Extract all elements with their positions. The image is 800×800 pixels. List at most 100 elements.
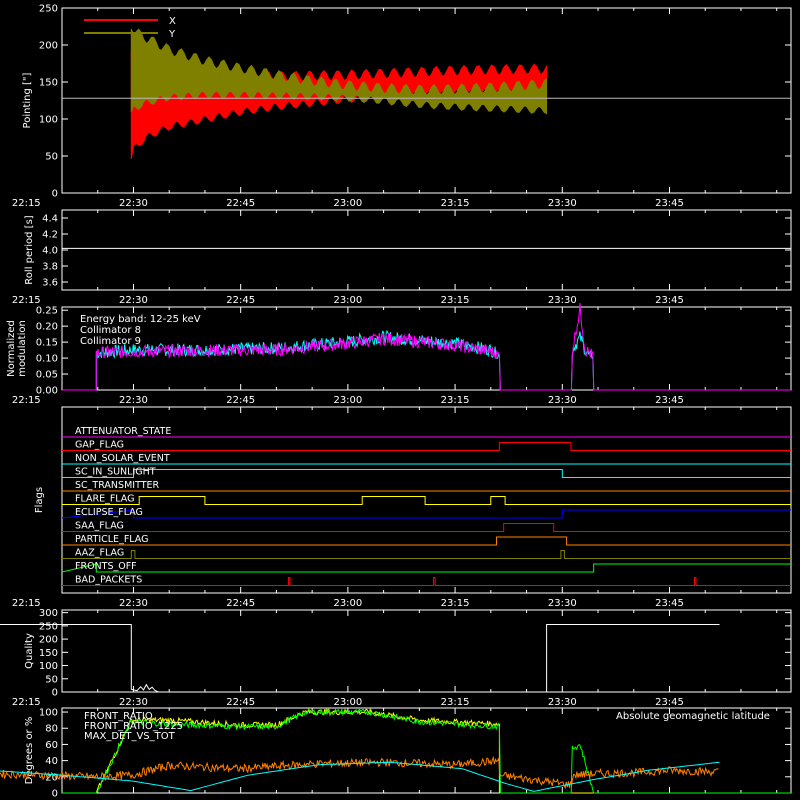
y-tick-label: 250 <box>39 4 58 15</box>
y-tick-label: 100 <box>39 661 58 672</box>
y-tick-label: 4.0 <box>42 246 58 257</box>
y-tick-label: 0.10 <box>36 354 58 365</box>
legend-label: MAX_DET_VS_TOT <box>84 731 176 742</box>
y-tick-label: 0.05 <box>36 370 58 381</box>
y-tick-label: 4.2 <box>42 230 58 241</box>
quality-frame <box>61 609 792 693</box>
x-tick-label: 23:30 <box>548 395 577 406</box>
y-tick-label: 0 <box>52 688 58 699</box>
quality-panel: 22:15 22:30 22:45 23:00 23:15 23:30 23:45 0 50 10… <box>0 608 792 708</box>
y-tick-label: 300 <box>39 608 58 619</box>
y-tick-label: 200 <box>39 41 58 52</box>
x-tick-label: 22:45 <box>226 395 255 406</box>
pointing-panel: 22:15 22:30 22:45 23:00 23:15 23:30 23:45 0 50 10… <box>12 4 792 209</box>
y-tick-label: 80 <box>45 724 58 735</box>
rhessi-quicklook-figure: 22:15 22:30 22:45 23:00 23:15 23:30 23:45 0 50 10… <box>0 4 792 800</box>
x-tick-label: 23:15 <box>441 697 470 708</box>
y-tick-label: 150 <box>39 78 58 89</box>
y-axis-label: modulation <box>17 320 28 377</box>
flag-label: GAP_FLAG <box>75 440 124 451</box>
y-tick-label: 0.15 <box>36 338 58 349</box>
x-tick-label: 23:00 <box>333 295 362 306</box>
y-tick-label: 3.6 <box>42 278 58 289</box>
flags-frame <box>61 406 792 594</box>
flag-label: NON_SOLAR_EVENT <box>75 453 170 464</box>
y-tick-label: 50 <box>45 674 58 685</box>
y-axis-label: Roll period [s] <box>24 215 35 284</box>
x-tick-label: 23:45 <box>655 198 684 209</box>
x-tick-label: 22:45 <box>226 697 255 708</box>
y-axis-label: Normalized <box>6 320 17 377</box>
y-axis-label: Quality <box>24 633 35 669</box>
x-tick-label: 23:00 <box>333 697 362 708</box>
x-tick-label: 23:00 <box>333 395 362 406</box>
flag-line-eclipse-flag <box>61 509 791 519</box>
modulation-panel: 22:15 22:30 22:45 23:00 23:15 23:30 23:45 0.00 0… <box>6 302 792 406</box>
y-tick-label: 0.20 <box>36 322 58 333</box>
y-tick-label: 200 <box>39 635 58 646</box>
annotation-geomagnetic-latitude: Absolute geomagnetic latitude <box>616 711 770 722</box>
x-tick-label: 23:00 <box>333 598 362 609</box>
flag-line-sc-in-sunlight <box>62 469 791 478</box>
flag-line-flare-flag <box>62 496 791 505</box>
flag-line-bad-packets <box>62 577 791 586</box>
y-tick-label: 3.8 <box>42 262 58 273</box>
flag-label: ECLIPSE_FLAG <box>75 507 143 518</box>
x-tick-label: 23:15 <box>441 295 470 306</box>
x-tick-label: 22:30 <box>119 395 148 406</box>
x-tick-label: 23:15 <box>441 598 470 609</box>
x-tick-label: 23:15 <box>441 198 470 209</box>
x-tick-label: 22:30 <box>119 598 148 609</box>
annotation-energy-band: Energy band: 12-25 keV <box>80 314 201 325</box>
flag-label: ATTENUATOR_STATE <box>75 426 171 437</box>
ratios-panel: 020406080100Degrees or %FRONT_RATIOFRONT… <box>0 707 792 800</box>
quality-line <box>0 624 720 693</box>
flags-panel: 22:15 22:30 22:45 23:00 23:15 23:30 23:45 Flags… <box>12 406 792 609</box>
flag-label: PARTICLE_FLAG <box>75 534 148 545</box>
x-tick-label: 22:15 <box>12 598 41 609</box>
legend-label: Collimator 9 <box>80 336 141 347</box>
roll-frame <box>61 209 792 291</box>
flag-label: AAZ_FLAG <box>75 548 124 559</box>
y-axis-label: Pointing ["] <box>22 72 33 128</box>
flag-label: SAA_FLAG <box>75 521 124 532</box>
flag-label: FLARE_FLAG <box>75 494 135 505</box>
legend-label: Y <box>168 29 176 40</box>
x-tick-label: 23:30 <box>548 598 577 609</box>
flag-label: SC_TRANSMITTER <box>75 480 160 491</box>
x-tick-label: 23:45 <box>655 697 684 708</box>
x-tick-label: 22:15 <box>12 295 41 306</box>
y-tick-label: 4.4 <box>42 214 58 225</box>
flag-label: SC_IN_SUNLIGHT <box>75 467 156 478</box>
y-tick-label: 60 <box>45 740 58 751</box>
x-tick-label: 22:45 <box>226 598 255 609</box>
x-tick-label: 22:30 <box>119 295 148 306</box>
y-tick-label: 0 <box>52 789 58 800</box>
flag-line-fronts-off <box>61 563 791 573</box>
y-tick-label: 0 <box>52 189 58 200</box>
x-tick-label: 22:15 <box>12 697 41 708</box>
flag-label: FRONTS_OFF <box>75 561 137 572</box>
x-tick-label: 23:30 <box>548 295 577 306</box>
y-tick-label: 100 <box>39 115 58 126</box>
y-tick-label: 50 <box>45 152 58 163</box>
y-tick-label: 0.00 <box>36 386 58 397</box>
flag-line-particle-flag <box>62 536 791 546</box>
y-tick-label: 100 <box>39 708 58 719</box>
y-tick-label: 150 <box>39 648 58 659</box>
flag-label: BAD_PACKETS <box>75 575 142 586</box>
y-tick-label: 40 <box>45 756 58 767</box>
x-tick-label: 23:45 <box>655 598 684 609</box>
x-tick-label: 22:30 <box>119 697 148 708</box>
x-tick-label: 22:15 <box>12 198 41 209</box>
flag-line-aaz-flag <box>62 550 791 559</box>
x-tick-label: 23:30 <box>548 198 577 209</box>
x-tick-label: 22:45 <box>226 198 255 209</box>
x-tick-label: 23:30 <box>548 697 577 708</box>
roll-panel: 22:15 22:30 22:45 23:00 23:15 23:30 23:45 3.6 3.… <box>12 209 792 306</box>
x-tick-label: 23:45 <box>655 295 684 306</box>
y-axis-label: Flags <box>34 487 45 513</box>
flag-line-gap-flag <box>62 442 791 451</box>
x-tick-label: 23:15 <box>441 395 470 406</box>
x-tick-label: 22:15 <box>12 395 41 406</box>
